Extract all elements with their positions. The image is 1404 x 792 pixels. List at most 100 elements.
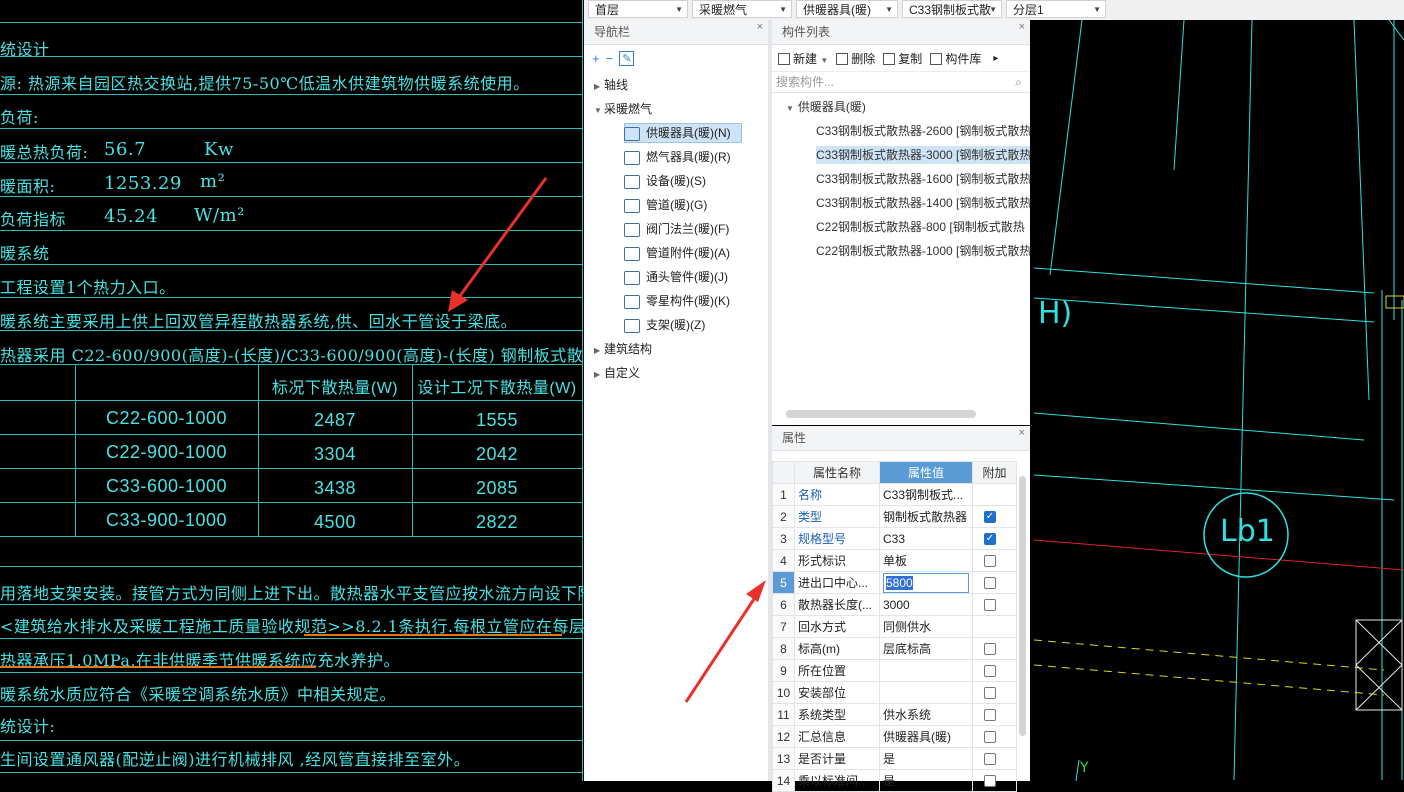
property-value[interactable]: 供水系统 — [879, 703, 973, 726]
tree-item-pipe[interactable]: 管道(暖)(G) — [584, 193, 768, 217]
discipline-select[interactable]: 采暖燃气 ▼ — [692, 0, 792, 18]
property-value[interactable] — [879, 659, 973, 682]
property-row[interactable]: 1 名称 C33钢制板式... — [772, 483, 1017, 506]
close-icon[interactable]: × — [757, 15, 763, 39]
support-icon — [624, 318, 640, 333]
component-select[interactable]: C33钢制板式散 ▼ — [902, 0, 1002, 18]
component-item[interactable]: C22钢制板式散热器-1000 [钢制板式散热 — [772, 239, 1030, 263]
tree-group-custom[interactable]: ▶ 自定义 — [584, 361, 768, 385]
property-row[interactable]: 5 进出口中心... 5800 — [772, 571, 1017, 594]
property-value[interactable]: 供暖器具(暖) — [879, 725, 973, 748]
checkbox[interactable] — [984, 665, 996, 678]
property-value[interactable]: C33 — [879, 527, 973, 550]
edit-icon[interactable]: ✎ — [619, 50, 635, 66]
checkbox[interactable]: ✓ — [984, 533, 996, 546]
cad-text-line: 负荷: — [0, 108, 39, 127]
table-header: 设计工况下散热量(W) — [417, 380, 577, 397]
checkbox[interactable] — [984, 577, 996, 590]
property-row[interactable]: 11 系统类型 供水系统 — [772, 703, 1017, 726]
property-row[interactable]: 3 规格型号 C33 ✓ — [772, 527, 1017, 550]
property-row[interactable]: 6 散热器长度(... 3000 — [772, 593, 1017, 616]
tree-item-fitting[interactable]: 通头管件(暖)(J) — [584, 265, 768, 289]
extra-cell — [972, 681, 1017, 704]
property-name: 系统类型 — [794, 703, 880, 726]
property-value[interactable]: 同侧供水 — [879, 615, 973, 638]
tree-group-structure[interactable]: ▶ 建筑结构 — [584, 337, 768, 361]
cad-line — [0, 566, 582, 567]
cad-drawing-left[interactable]: 统设计 源: 热源来自园区热交换站,提供75-50℃低温水供建筑物供暖系统使用。… — [0, 0, 584, 781]
copy-button[interactable]: 复制 — [883, 50, 922, 67]
property-name: 规格型号 — [794, 527, 880, 550]
checkbox[interactable]: ✓ — [984, 511, 996, 524]
cad-line — [0, 56, 582, 57]
red-arrow-annotation — [684, 580, 766, 703]
checkbox[interactable] — [984, 731, 996, 744]
property-row[interactable]: 7 回水方式 同侧供水 — [772, 615, 1017, 638]
table-cell: C33-600-1000 — [105, 476, 228, 496]
property-row[interactable]: 9 所在位置 — [772, 659, 1017, 682]
heat-load-value: 56.7 — [104, 139, 147, 160]
search-icon: ⌕ — [1015, 75, 1022, 89]
checkbox[interactable] — [984, 555, 996, 568]
tree-item-radiator[interactable]: 供暖器具(暖)(N) — [584, 121, 768, 145]
vertical-scrollbar[interactable] — [1019, 476, 1026, 736]
component-item[interactable]: C22钢制板式散热器-800 [钢制板式散热 — [772, 215, 1030, 239]
category-select[interactable]: 供暖器具(暖) ▼ — [796, 0, 898, 18]
property-row[interactable]: 4 形式标识 单板 — [772, 549, 1017, 572]
chevron-down-icon: ▼ — [885, 5, 893, 14]
checkbox[interactable] — [984, 775, 996, 788]
cad-drawing-right[interactable]: Lb1 H) Y — [1034, 20, 1404, 781]
property-row[interactable]: 8 标高(m) 层底标高 — [772, 637, 1017, 660]
property-row[interactable]: 13 是否计量是 — [772, 747, 1017, 770]
close-icon[interactable]: × — [1019, 421, 1025, 445]
equipment-icon — [624, 174, 640, 189]
panel-title: 构件列表 × — [772, 20, 1030, 45]
property-value[interactable]: 层底标高 — [879, 637, 973, 660]
property-value[interactable]: C33钢制板式... — [879, 483, 973, 506]
component-item-selected[interactable]: C33钢制板式散热器-3000 [钢制板式散热 — [772, 143, 1030, 167]
property-row[interactable]: 10 安装部位 — [772, 681, 1017, 704]
index-unit: W/m² — [194, 205, 245, 226]
checkbox[interactable] — [984, 753, 996, 766]
close-icon[interactable]: × — [1019, 15, 1025, 39]
checkbox[interactable] — [984, 709, 996, 722]
tree-group-axis[interactable]: ▶ 轴线 — [584, 73, 768, 97]
tree-item-pipe-accessory[interactable]: 管道附件(暖)(A) — [584, 241, 768, 265]
expand-all-icon[interactable]: + — [592, 51, 600, 66]
cad-line — [0, 94, 582, 95]
cad-line — [0, 638, 582, 639]
property-value[interactable]: 3000 — [879, 593, 973, 616]
more-icon[interactable]: ▸ — [993, 53, 998, 64]
property-value[interactable]: 钢制板式散热器 — [879, 505, 973, 528]
tree-item-gas-appliance[interactable]: 燃气器具(暖)(R) — [584, 145, 768, 169]
component-item[interactable]: C33钢制板式散热器-2600 [钢制板式散热 — [772, 119, 1030, 143]
property-value[interactable]: 单板 — [879, 549, 973, 572]
property-value[interactable]: 是 — [879, 747, 973, 770]
table-cell: C33-900-1000 — [105, 510, 228, 530]
property-value[interactable]: 5800 — [879, 571, 973, 594]
new-button[interactable]: 新建 ▼ — [778, 50, 828, 67]
component-item[interactable]: C33钢制板式散热器-1400 [钢制板式散热 — [772, 191, 1030, 215]
property-value-input[interactable]: 5800 — [883, 572, 969, 593]
tree-item-valve[interactable]: 阀门法兰(暖)(F) — [584, 217, 768, 241]
chevron-right-icon: ▶ — [594, 346, 601, 355]
checkbox[interactable] — [984, 643, 996, 656]
property-value[interactable] — [879, 681, 973, 704]
tree-item-support[interactable]: 支架(暖)(Z) — [584, 313, 768, 337]
checkbox[interactable] — [984, 687, 996, 700]
cad-border-line — [582, 0, 583, 781]
delete-button[interactable]: 删除 — [836, 50, 875, 67]
floor-select[interactable]: 首层 ▼ — [588, 0, 688, 18]
component-search-input[interactable]: 搜索构件... ⌕ — [772, 72, 1030, 93]
property-row[interactable]: 12 汇总信息 供暖器具(暖) — [772, 725, 1017, 748]
tree-group-hvac[interactable]: ▼ 采暖燃气 — [584, 97, 768, 121]
component-item[interactable]: C33钢制板式散热器-1600 [钢制板式散热 — [772, 167, 1030, 191]
tree-item-equipment[interactable]: 设备(暖)(S) — [584, 169, 768, 193]
checkbox[interactable] — [984, 599, 996, 612]
collapse-all-icon[interactable]: − — [606, 51, 614, 66]
tree-item-misc[interactable]: 零星构件(暖)(K) — [584, 289, 768, 313]
component-group[interactable]: ▼ 供暖器具(暖) — [772, 95, 1030, 119]
property-row[interactable]: 2 类型 钢制板式散热器 ✓ — [772, 505, 1017, 528]
library-button[interactable]: 构件库 — [930, 50, 981, 67]
horizontal-scrollbar[interactable] — [786, 410, 976, 418]
